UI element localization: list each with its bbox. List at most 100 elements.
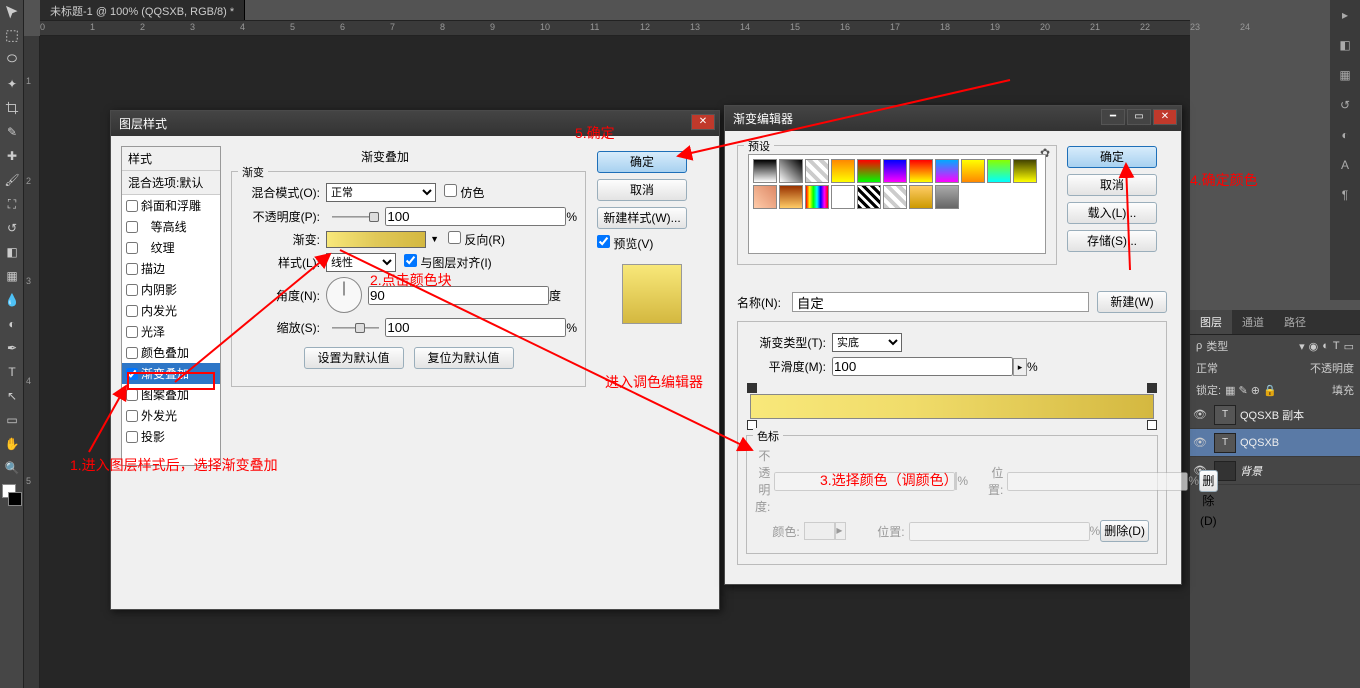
opacity-input[interactable] xyxy=(385,207,566,226)
tab-channels[interactable]: 通道 xyxy=(1232,310,1274,334)
blur-tool[interactable]: 💧 xyxy=(0,288,24,312)
preset-swatch[interactable] xyxy=(805,185,829,209)
style-item[interactable]: 纹理 xyxy=(122,237,220,258)
wand-tool[interactable]: ✦ xyxy=(0,72,24,96)
cancel-button[interactable]: 取消 xyxy=(597,179,687,201)
ge-load-button[interactable]: 载入(L)... xyxy=(1067,202,1157,224)
gradient-bar[interactable] xyxy=(750,394,1154,419)
preset-swatch[interactable] xyxy=(909,159,933,183)
color-swatches[interactable] xyxy=(0,484,24,514)
preset-swatch[interactable] xyxy=(753,185,777,209)
angle-input[interactable] xyxy=(368,286,549,305)
eraser-tool[interactable]: ◧ xyxy=(0,240,24,264)
close-icon[interactable]: ✕ xyxy=(691,114,715,130)
gradient-tool[interactable]: ▦ xyxy=(0,264,24,288)
gradient-preview[interactable] xyxy=(326,231,426,248)
scale-slider[interactable] xyxy=(332,321,379,335)
dialog-title[interactable]: 图层样式 ✕ xyxy=(111,111,719,136)
reverse-checkbox[interactable] xyxy=(448,231,461,244)
type-tool[interactable]: T xyxy=(0,360,24,384)
preset-swatch[interactable] xyxy=(961,159,985,183)
pen-tool[interactable]: ✒ xyxy=(0,336,24,360)
smoothness-input[interactable] xyxy=(832,357,1013,376)
dialog-title[interactable]: 渐变编辑器 ━ ▭ ✕ xyxy=(725,106,1181,131)
lasso-tool[interactable] xyxy=(0,48,24,72)
preset-swatch[interactable] xyxy=(779,159,803,183)
tab-paths[interactable]: 路径 xyxy=(1274,310,1316,334)
opacity-slider[interactable] xyxy=(332,210,379,224)
zoom-tool[interactable]: 🔍 xyxy=(0,456,24,480)
style-item[interactable]: 等高线 xyxy=(122,216,220,237)
ge-new-button[interactable]: 新建(W) xyxy=(1097,291,1167,313)
stop-color-swatch[interactable] xyxy=(804,522,836,540)
ge-ok-button[interactable]: 确定 xyxy=(1067,146,1157,168)
para-panel-icon[interactable]: ¶ xyxy=(1330,180,1360,210)
dropdown-icon[interactable]: ▸ xyxy=(1013,358,1027,376)
panel-icon[interactable]: ▸ xyxy=(1330,0,1360,30)
preset-swatch[interactable] xyxy=(935,159,959,183)
maximize-icon[interactable]: ▭ xyxy=(1127,109,1151,125)
color-panel-icon[interactable]: ◧ xyxy=(1330,30,1360,60)
preset-swatch[interactable] xyxy=(935,185,959,209)
gradient-name-input[interactable] xyxy=(792,292,1089,312)
preview-checkbox[interactable] xyxy=(597,235,610,248)
angle-dial[interactable] xyxy=(326,277,362,313)
styles-header[interactable]: 样式 xyxy=(122,147,220,171)
gradient-style-select[interactable]: 线性 xyxy=(326,253,396,272)
style-item[interactable]: 内阴影 xyxy=(122,279,220,300)
delete-stop-button[interactable]: 删除(D) xyxy=(1199,470,1218,492)
preset-swatch[interactable] xyxy=(805,159,829,183)
close-icon[interactable]: ✕ xyxy=(1153,109,1177,125)
dodge-tool[interactable]: ◐ xyxy=(0,312,24,336)
blend-options[interactable]: 混合选项:默认 xyxy=(122,171,220,195)
preset-swatch[interactable] xyxy=(987,159,1011,183)
ok-button[interactable]: 确定 xyxy=(597,151,687,173)
style-item[interactable]: 光泽 xyxy=(122,321,220,342)
crop-tool[interactable] xyxy=(0,96,24,120)
dither-checkbox[interactable] xyxy=(444,184,457,197)
brush-tool[interactable]: 🖌 xyxy=(0,168,24,192)
scale-input[interactable] xyxy=(385,318,566,337)
ge-cancel-button[interactable]: 取消 xyxy=(1067,174,1157,196)
adjustments-panel-icon[interactable]: ◐ xyxy=(1330,120,1360,150)
style-item[interactable]: 外发光 xyxy=(122,405,220,426)
eyedropper-tool[interactable]: ✎ xyxy=(0,120,24,144)
style-item[interactable]: 描边 xyxy=(122,258,220,279)
shape-tool[interactable]: ▭ xyxy=(0,408,24,432)
preset-swatch[interactable] xyxy=(883,159,907,183)
history-brush-tool[interactable]: ↺ xyxy=(0,216,24,240)
layer-row[interactable]: 👁TQQSXB xyxy=(1190,429,1360,457)
move-tool[interactable] xyxy=(0,0,24,24)
set-default-button[interactable]: 设置为默认值 xyxy=(304,347,404,369)
gradient-type-select[interactable]: 实底 xyxy=(832,333,902,352)
delete-stop-button-2[interactable]: 删除(D) xyxy=(1100,520,1149,542)
char-panel-icon[interactable]: A xyxy=(1330,150,1360,180)
preset-swatch[interactable] xyxy=(909,185,933,209)
preset-swatch[interactable] xyxy=(831,185,855,209)
preset-swatch[interactable] xyxy=(857,185,881,209)
style-item[interactable]: 渐变叠加 xyxy=(122,363,220,384)
style-item[interactable]: 颜色叠加 xyxy=(122,342,220,363)
preset-swatch[interactable] xyxy=(857,159,881,183)
style-item[interactable]: 投影 xyxy=(122,426,220,447)
hand-tool[interactable]: ✋ xyxy=(0,432,24,456)
history-panel-icon[interactable]: ↺ xyxy=(1330,90,1360,120)
tab-layers[interactable]: 图层 xyxy=(1190,310,1232,334)
heal-tool[interactable]: ✚ xyxy=(0,144,24,168)
style-item[interactable]: 斜面和浮雕 xyxy=(122,195,220,216)
preset-swatch[interactable] xyxy=(1013,159,1037,183)
align-checkbox[interactable] xyxy=(404,254,417,267)
style-item[interactable]: 内发光 xyxy=(122,300,220,321)
preset-swatch[interactable] xyxy=(883,185,907,209)
reset-default-button[interactable]: 复位为默认值 xyxy=(414,347,514,369)
blend-mode-select[interactable]: 正常 xyxy=(326,183,436,202)
preset-swatch[interactable] xyxy=(753,159,777,183)
marquee-tool[interactable] xyxy=(0,24,24,48)
minimize-icon[interactable]: ━ xyxy=(1101,109,1125,125)
style-item[interactable]: 图案叠加 xyxy=(122,384,220,405)
ge-save-button[interactable]: 存储(S)... xyxy=(1067,230,1157,252)
layer-row[interactable]: 👁TQQSXB 副本 xyxy=(1190,401,1360,429)
path-tool[interactable]: ↖ xyxy=(0,384,24,408)
new-style-button[interactable]: 新建样式(W)... xyxy=(597,207,687,229)
preset-swatch[interactable] xyxy=(831,159,855,183)
